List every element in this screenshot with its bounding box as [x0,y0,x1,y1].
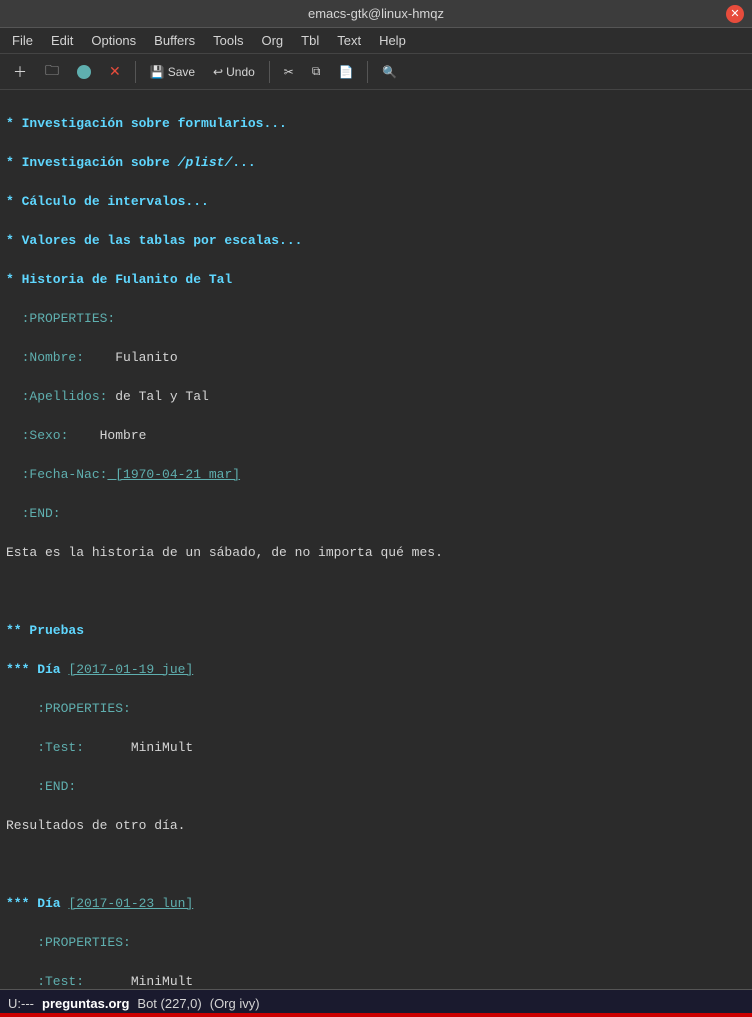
title-bar-text: emacs-gtk@linux-hmqz [308,6,444,21]
undo-button[interactable]: ↩ Undo [206,62,262,82]
cut-icon: ✂ [284,65,294,79]
search-button[interactable]: 🔍 [375,62,404,82]
toolbar: ＋ 🗀 ✕ 💾 Save ↩ Undo ✂ ⧉ 📄 🔍 [0,54,752,90]
menu-file[interactable]: File [4,31,41,50]
status-mode: U:--- [8,996,34,1011]
line-13 [6,582,746,602]
undo-icon: ↩ [213,65,223,79]
toolbar-separator-3 [367,61,368,83]
line-1: * Investigación sobre formularios... [6,114,746,134]
status-org-mode: (Org ivy) [210,996,260,1011]
menu-org[interactable]: Org [253,31,291,50]
new-file-icon: ＋ [13,62,27,82]
editor-area[interactable]: * Investigación sobre formularios... * I… [0,90,752,989]
line-16: :PROPERTIES: [6,699,746,719]
line-18: :END: [6,777,746,797]
close-file-button[interactable]: ✕ [102,60,128,83]
menu-tbl[interactable]: Tbl [293,31,327,50]
line-9: :Sexo: Hombre [6,426,746,446]
line-21: *** Día [2017-01-23 lun] [6,894,746,914]
open-icon: 🗀 [45,60,59,84]
line-10: :Fecha-Nac: [1970-04-21 mar] [6,465,746,485]
line-2: * Investigación sobre /plist/... [6,153,746,173]
menu-help[interactable]: Help [371,31,414,50]
line-4: * Valores de las tablas por escalas... [6,231,746,251]
menu-text[interactable]: Text [329,31,369,50]
open-button[interactable]: 🗀 [38,57,66,87]
line-11: :END: [6,504,746,524]
line-14: ** Pruebas [6,621,746,641]
line-17: :Test: MiniMult [6,738,746,758]
record-button[interactable] [70,62,98,82]
line-12: Esta es la historia de un sábado, de no … [6,543,746,563]
line-8: :Apellidos: de Tal y Tal [6,387,746,407]
line-7: :Nombre: Fulanito [6,348,746,368]
new-file-button[interactable]: ＋ [6,59,34,85]
line-23: :Test: MiniMult [6,972,746,990]
save-icon: 💾 [150,65,165,79]
status-filename: preguntas.org [42,996,129,1011]
paste-icon: 📄 [338,65,353,79]
copy-icon: ⧉ [312,64,321,79]
line-6: :PROPERTIES: [6,309,746,329]
paste-button[interactable]: 📄 [331,62,360,82]
close-file-icon: ✕ [109,63,121,80]
cut-button[interactable]: ✂ [277,62,301,82]
menu-options[interactable]: Options [83,31,144,50]
menu-edit[interactable]: Edit [43,31,81,50]
copy-button[interactable]: ⧉ [305,61,328,82]
menu-buffers[interactable]: Buffers [146,31,203,50]
search-icon: 🔍 [382,65,397,79]
title-bar: emacs-gtk@linux-hmqz ✕ [0,0,752,28]
toolbar-separator-1 [135,61,136,83]
line-20 [6,855,746,875]
menu-bar: File Edit Options Buffers Tools Org Tbl … [0,28,752,54]
toolbar-separator-2 [269,61,270,83]
line-5: * Historia de Fulanito de Tal [6,270,746,290]
record-icon [77,65,91,79]
line-19: Resultados de otro día. [6,816,746,836]
menu-tools[interactable]: Tools [205,31,251,50]
bottom-red-bar [0,1013,752,1017]
status-position: Bot (227,0) [137,996,201,1011]
save-button[interactable]: 💾 Save [143,62,202,82]
line-22: :PROPERTIES: [6,933,746,953]
line-15: *** Día [2017-01-19 jue] [6,660,746,680]
close-button[interactable]: ✕ [726,5,744,23]
line-3: * Cálculo de intervalos... [6,192,746,212]
